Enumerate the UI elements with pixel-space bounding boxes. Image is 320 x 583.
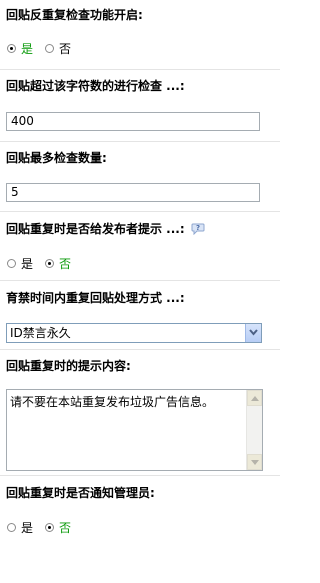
arrow-up-icon	[251, 396, 259, 401]
radio-option-no[interactable]: 否	[45, 519, 71, 536]
scroll-up-button[interactable]	[247, 390, 262, 406]
handling-method-select[interactable]: ID禁言永久	[6, 323, 262, 343]
radio-button-checked[interactable]	[45, 523, 55, 532]
reply-duplicate-settings-form: 回贴反重复检查功能开启: 是 否 回贴超过该字符数的进行检查 ...: 400 …	[0, 0, 280, 583]
radio-option-label: 否	[59, 257, 72, 271]
max-check-count-input[interactable]: 5	[6, 183, 260, 202]
radio-option-yes[interactable]: 是	[7, 40, 33, 57]
prompt-content-textarea[interactable]: 请不要在本站重复发布垃圾广告信息。	[6, 389, 263, 471]
radio-option-label: 是	[21, 521, 34, 535]
setting-row-handling-method: 育禁时间内重复回贴处理方式 ...: ID禁言永久	[0, 281, 280, 350]
radio-group-notify-poster: 是 否	[6, 255, 266, 272]
radio-option-no[interactable]: 否	[45, 255, 71, 272]
setting-label: 回贴反重复检查功能开启:	[6, 8, 143, 22]
setting-label: 育禁时间内重复回贴处理方式 ...:	[6, 291, 185, 305]
radio-button[interactable]	[7, 259, 16, 268]
radio-option-label: 是	[21, 257, 34, 271]
radio-button-checked[interactable]	[7, 44, 16, 53]
setting-label: 回贴重复时是否通知管理员:	[6, 486, 155, 500]
setting-row-check-enabled: 回贴反重复检查功能开启: 是 否	[0, 0, 280, 70]
arrow-down-icon	[251, 460, 259, 465]
radio-button-checked[interactable]	[45, 259, 55, 268]
select-value: ID禁言永久	[10, 326, 71, 340]
radio-group-notify-admin: 是 否	[6, 519, 266, 536]
svg-text:?: ?	[196, 224, 200, 232]
setting-label: 回贴最多检查数量:	[6, 151, 107, 165]
help-bubble-icon[interactable]: ?	[191, 223, 205, 236]
radio-button[interactable]	[7, 523, 16, 532]
setting-label-wrap: 回贴重复时是否给发布者提示 ...: ?	[6, 222, 266, 236]
setting-row-notify-admin: 回贴重复时是否通知管理员: 是 否	[0, 476, 280, 583]
setting-row-prompt-content: 回贴重复时的提示内容: 请不要在本站重复发布垃圾广告信息。	[0, 350, 280, 476]
scroll-down-button[interactable]	[247, 454, 262, 470]
radio-option-yes[interactable]: 是	[7, 255, 33, 272]
radio-option-label: 是	[21, 42, 34, 56]
setting-label: 回贴重复时是否给发布者提示 ...:	[6, 222, 185, 236]
radio-option-no[interactable]: 否	[45, 40, 71, 57]
radio-option-label: 否	[59, 42, 72, 56]
select-dropdown-button[interactable]	[245, 324, 261, 342]
chevron-down-icon	[249, 329, 258, 336]
radio-group-check-enabled: 是 否	[6, 40, 266, 57]
radio-option-yes[interactable]: 是	[7, 519, 33, 536]
setting-row-notify-poster: 回贴重复时是否给发布者提示 ...: ? 是 否	[0, 212, 280, 281]
textarea-value: 请不要在本站重复发布垃圾广告信息。	[10, 395, 215, 409]
radio-option-label: 否	[59, 521, 72, 535]
radio-button[interactable]	[45, 44, 55, 53]
textarea-scrollbar[interactable]	[246, 390, 262, 470]
setting-row-char-threshold: 回贴超过该字符数的进行检查 ...: 400	[0, 70, 280, 142]
setting-row-max-check-count: 回贴最多检查数量: 5	[0, 142, 280, 212]
char-threshold-input[interactable]: 400	[6, 112, 260, 131]
setting-label: 回贴超过该字符数的进行检查 ...:	[6, 79, 185, 93]
setting-label: 回贴重复时的提示内容:	[6, 359, 131, 373]
